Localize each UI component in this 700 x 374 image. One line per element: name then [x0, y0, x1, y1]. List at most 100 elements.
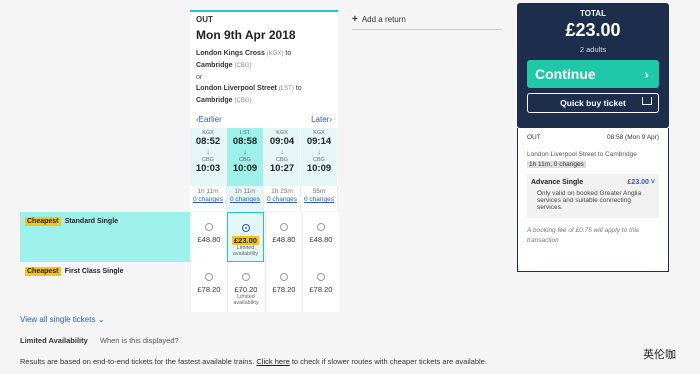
continue-button[interactable]: Continue ›	[527, 60, 659, 88]
summary-ticket-row: Advance Single £23.00 ˅	[531, 179, 655, 186]
price-option[interactable]: £48.80	[190, 212, 227, 262]
train-arrive: 10:09	[232, 163, 258, 174]
train-option[interactable]: KGX 08:52 ↓ CBG 10:03	[190, 128, 227, 186]
radio-button[interactable]	[242, 273, 250, 281]
price-option[interactable]: £78.20	[302, 262, 339, 312]
total-label: TOTAL	[580, 9, 606, 18]
duration-cell: 1h 11m 0 changes	[227, 186, 264, 211]
price-value: £78.20	[272, 285, 296, 294]
route1-from: London Kings Cross	[196, 50, 265, 57]
limited-availability-info: Limited Availability When is this displa…	[20, 336, 179, 345]
when-displayed-link[interactable]: When is this displayed?	[100, 336, 179, 345]
price-value: £48.80	[309, 235, 333, 244]
route2-to-word: to	[295, 85, 302, 92]
price-option-selected[interactable]: £23.00 Limited availability	[227, 212, 264, 262]
radio-button-selected[interactable]	[241, 224, 250, 232]
ticket-row-standard: Cheapest Standard Single £48.80 £23.00 L…	[20, 212, 340, 262]
duration-cell: 1h 23m 0 changes	[264, 186, 301, 211]
route1-to-code: (CBG)	[234, 63, 252, 69]
ticket-label-cell: Cheapest First Class Single	[20, 262, 190, 312]
journey-summary: OUT 08:58 (Mon 9 Apr) London Liverpool S…	[517, 128, 669, 272]
price-value: £48.80	[197, 235, 221, 244]
route1-from-code: (KGX)	[266, 51, 284, 57]
changes-link[interactable]: 0 changes	[190, 196, 226, 203]
total-amount: £23.00	[565, 20, 621, 40]
out-label: OUT	[196, 15, 213, 24]
click-here-link[interactable]: Click here	[256, 357, 289, 366]
limited-availability-note: Limited availability	[232, 245, 259, 257]
limited-availability-title: Limited Availability	[20, 336, 88, 345]
ticket-label-cell: Cheapest Standard Single	[20, 212, 190, 262]
price-option[interactable]: £70.20 Limited availability	[227, 262, 264, 312]
route-info: London Kings Cross (KGX) to Cambridge (C…	[196, 48, 332, 107]
train-arrive: 10:27	[269, 163, 295, 174]
summary-ticket-note: Only valid on booked Greater Anglia serv…	[537, 190, 642, 211]
duration-text: 1h 11m	[197, 188, 219, 195]
summary-ticket[interactable]: Advance Single £23.00 ˅ Only valid on bo…	[527, 174, 659, 218]
summary-ticket-name: Advance Single	[531, 179, 584, 186]
arrow-down-icon: ↓	[280, 147, 284, 156]
earlier-link[interactable]: ‹ Earlier	[196, 115, 222, 124]
route1-to: Cambridge	[196, 62, 233, 69]
summary-ticket-price: £23.00 ˅	[628, 179, 655, 186]
price-value: £48.80	[272, 235, 296, 244]
train-arrive: 10:09	[306, 163, 332, 174]
radio-button[interactable]	[317, 223, 325, 231]
chevron-down-icon: ˅	[648, 179, 655, 186]
summary-route: London Liverpool Street to Cambridge	[527, 151, 637, 158]
arrow-down-icon: ↓	[243, 147, 247, 156]
total-panel: TOTAL £23.00 2 adults Continue › Quick b…	[517, 3, 669, 128]
price-option[interactable]: £48.80	[302, 212, 339, 262]
chevron-down-icon: ⌄	[97, 315, 105, 324]
duration-text: 1h 11m	[234, 188, 256, 195]
train-depart: 09:04	[269, 136, 295, 147]
train-option[interactable]: KGX 09:14 ↓ CBG 10:09	[301, 128, 338, 186]
changes-link[interactable]: 0 changes	[227, 196, 263, 203]
price-value: £78.20	[309, 285, 333, 294]
duration-text: 1h 23m	[271, 188, 293, 195]
passenger-count: 2 adults	[579, 45, 607, 54]
train-option[interactable]: KGX 09:04 ↓ CBG 10:27	[264, 128, 301, 186]
train-depart: 08:58	[232, 136, 258, 147]
radio-button[interactable]	[317, 273, 325, 281]
view-all-label: View all single tickets	[20, 315, 96, 324]
changes-link[interactable]: 0 changes	[301, 196, 337, 203]
continue-label: Continue	[535, 66, 596, 82]
train-option-selected[interactable]: LST 08:58 ↓ CBG 10:09	[227, 128, 264, 186]
radio-button[interactable]	[205, 273, 213, 281]
summary-direction: OUT	[527, 134, 541, 141]
train-depart: 08:52	[195, 136, 221, 147]
radio-button[interactable]	[205, 223, 213, 231]
route1-to-word: to	[285, 50, 292, 57]
cart-icon	[642, 97, 652, 105]
route2-to-code: (CBG)	[234, 98, 252, 104]
train-depart: 09:14	[306, 136, 332, 147]
outbound-panel: OUT Mon 9th Apr 2018 London Kings Cross …	[190, 10, 338, 211]
arrow-down-icon: ↓	[206, 147, 210, 156]
ticket-name: Standard Single	[64, 218, 119, 225]
route2-from-code: (LST)	[278, 86, 294, 92]
watermark-text: 英伦咖	[643, 348, 676, 361]
train-arrive: 10:03	[195, 163, 221, 174]
out-date: Mon 9th Apr 2018	[196, 28, 296, 42]
train-list: KGX 08:52 ↓ CBG 10:03 LST 08:58 ↓ CBG 10…	[190, 128, 338, 186]
radio-button[interactable]	[280, 273, 288, 281]
later-label: Later	[311, 115, 330, 124]
price-option[interactable]: £78.20	[190, 262, 227, 312]
route2-from: London Liverpool Street	[196, 85, 277, 92]
changes-link[interactable]: 0 changes	[264, 196, 300, 203]
price-option[interactable]: £48.80	[265, 212, 302, 262]
view-all-tickets-link[interactable]: View all single tickets ⌄	[20, 315, 104, 324]
add-return-link[interactable]: + Add a return	[352, 14, 502, 30]
results-note: Results are based on end-to-end tickets …	[20, 357, 487, 366]
limited-availability-note: Limited availability	[233, 294, 259, 306]
later-link[interactable]: Later ›	[311, 115, 332, 124]
route2-to: Cambridge	[196, 97, 233, 104]
quick-buy-button[interactable]: Quick buy ticket	[527, 93, 659, 113]
route-or: or	[196, 74, 203, 81]
duration-cell: 1h 11m 0 changes	[190, 186, 227, 211]
results-note-before: Results are based on end-to-end tickets …	[20, 357, 257, 366]
radio-button[interactable]	[280, 223, 288, 231]
price-option[interactable]: £78.20	[265, 262, 302, 312]
ticket-name: First Class Single	[64, 268, 124, 275]
